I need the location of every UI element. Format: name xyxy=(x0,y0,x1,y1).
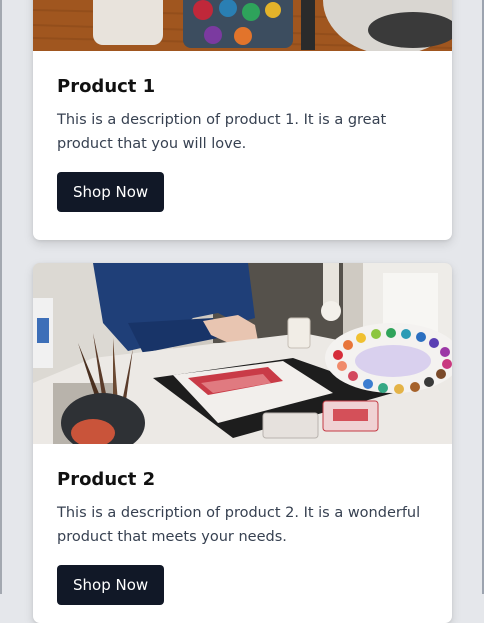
product-title: Product 2 xyxy=(57,469,156,490)
product-image xyxy=(33,263,452,444)
product-card: Product 2 This is a description of produ… xyxy=(33,263,452,623)
product-title: Product 1 xyxy=(57,76,156,97)
window-edge xyxy=(0,0,2,594)
product-image xyxy=(33,0,452,51)
product-description: This is a description of product 1. It i… xyxy=(57,112,387,152)
product-card: Product 1 This is a description of produ… xyxy=(33,0,452,240)
shop-now-button[interactable]: Shop Now xyxy=(57,172,165,212)
shop-now-button[interactable]: Shop Now xyxy=(57,565,165,605)
product-description: This is a description of product 2. It i… xyxy=(57,505,421,545)
